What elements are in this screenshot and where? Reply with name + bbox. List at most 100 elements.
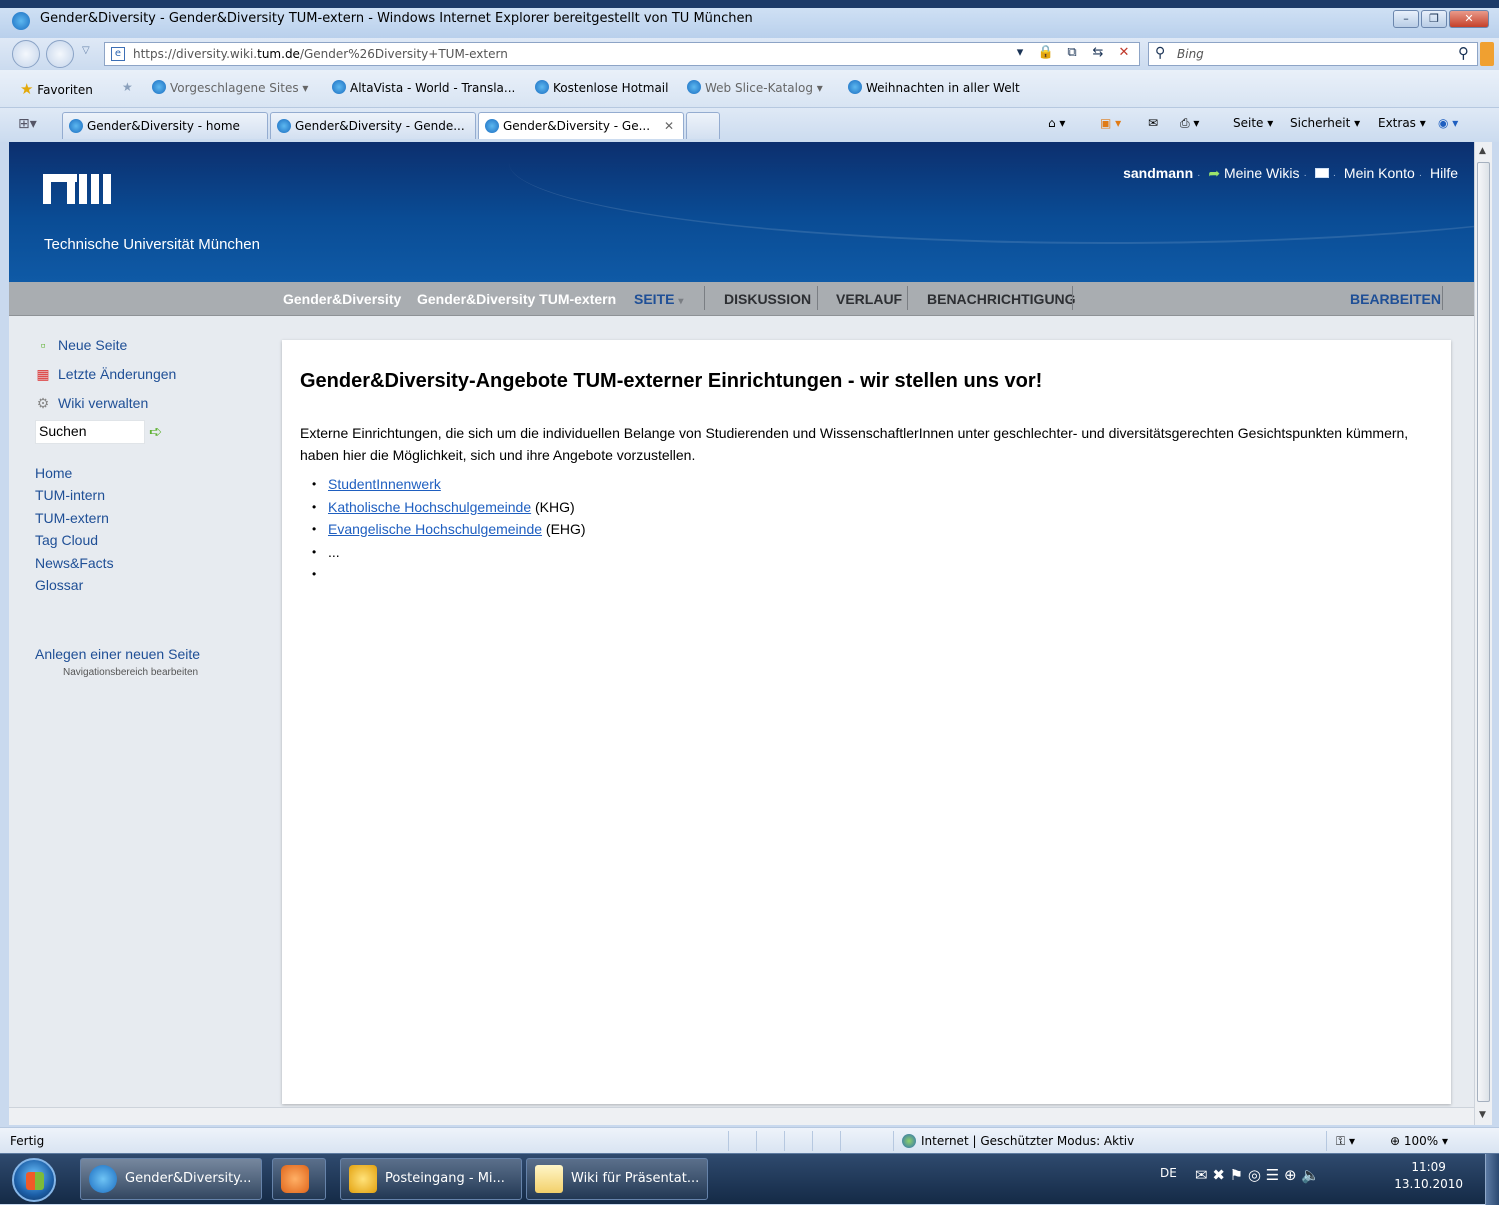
taskbar-item-outlook[interactable]: Posteingang - Mi...	[340, 1158, 522, 1200]
search-icon[interactable]: ⚲	[1458, 44, 1469, 62]
recent-changes-link[interactable]: ▦ Letzte Änderungen	[35, 366, 176, 383]
taskbar-item-media[interactable]	[272, 1158, 326, 1200]
tab-history[interactable]: VERLAUF	[836, 291, 902, 307]
minimize-button[interactable]: –	[1393, 10, 1419, 28]
forward-button[interactable]	[46, 40, 74, 68]
horizontal-scrollbar[interactable]	[9, 1107, 1474, 1125]
tab-tum-extern[interactable]: Gender&Diversity - Ge... ✕	[478, 112, 684, 139]
fav-item-hotmail[interactable]: Kostenlose Hotmail	[535, 80, 668, 95]
zoom-control[interactable]: ⊕ 100% ▾	[1390, 1134, 1448, 1148]
favorites-button[interactable]: ★ Favoriten	[20, 80, 93, 98]
tab-home[interactable]: Gender&Diversity - home	[62, 112, 268, 139]
intro-paragraph: Externe Einrichtungen, die sich um die i…	[300, 425, 1409, 463]
protected-mode-icon[interactable]: ⚿ ▾	[1336, 1134, 1355, 1149]
security-menu[interactable]: Sicherheit ▾	[1290, 116, 1360, 130]
help-link[interactable]: Hilfe	[1430, 165, 1458, 181]
refresh-icon[interactable]: ⇆	[1088, 43, 1108, 63]
university-name: Technische Universität München	[44, 236, 260, 253]
edit-button[interactable]: BEARBEITEN	[1350, 291, 1441, 307]
search-input[interactable]: Suchen	[35, 420, 145, 444]
mail-icon[interactable]: ✉	[1148, 116, 1158, 130]
breadcrumb-gender-diversity[interactable]: Gender&Diversity	[283, 291, 401, 307]
quick-tabs-icon[interactable]: ⊞▾	[18, 116, 37, 132]
star-icon: ★	[20, 80, 34, 98]
taskbar-item-wiki[interactable]: Wiki für Präsentat...	[526, 1158, 708, 1200]
new-tab-button[interactable]	[686, 112, 720, 139]
nav-home[interactable]: Home	[35, 465, 72, 481]
manage-wiki-link[interactable]: ⚙ Wiki verwalten	[35, 395, 149, 412]
link-khg[interactable]: Katholische Hochschulgemeinde	[328, 499, 531, 515]
page-menu[interactable]: Seite ▾	[1233, 116, 1273, 130]
new-page-link[interactable]: ▫ Neue Seite	[35, 337, 128, 353]
language-indicator[interactable]: DE	[1160, 1166, 1177, 1180]
clock[interactable]: 11:09 13.10.2010	[1394, 1159, 1463, 1193]
fav-item-webslice[interactable]: Web Slice-Katalog ▾	[687, 80, 823, 95]
address-bar[interactable]: e https://diversity.wiki.tum.de/Gender%2…	[104, 42, 1140, 66]
lock-icon[interactable]: 🔒	[1036, 43, 1056, 63]
dropdown-icon[interactable]: ▾	[1010, 43, 1030, 63]
organization-list: StudentInnenwerk Katholische Hochschulge…	[312, 473, 586, 586]
search-options-icon[interactable]	[1480, 42, 1494, 66]
compatibility-icon[interactable]: ⧉	[1062, 43, 1082, 63]
username-link[interactable]: sandmann	[1123, 165, 1193, 181]
arrow-icon: ➦	[1208, 165, 1221, 181]
list-item: Evangelische Hochschulgemeinde (EHG)	[312, 518, 586, 541]
extras-menu[interactable]: Extras ▾	[1378, 116, 1426, 130]
search-box[interactable]: ⚲ Bing ⚲	[1148, 42, 1478, 66]
edit-navigation-link[interactable]: Navigationsbereich bearbeiten	[63, 667, 198, 678]
back-button[interactable]	[12, 40, 40, 68]
close-tab-icon[interactable]: ✕	[664, 119, 674, 133]
nav-glossar[interactable]: Glossar	[35, 577, 83, 593]
start-button[interactable]	[12, 1158, 56, 1202]
print-icon[interactable]: ⎙ ▾	[1180, 116, 1199, 131]
outlook-icon	[349, 1165, 377, 1193]
add-favorites-icon[interactable]: ★	[122, 80, 133, 94]
search-go-icon[interactable]: ➪	[149, 422, 162, 442]
tab-page[interactable]: SEITE ▾	[634, 291, 683, 307]
feeds-icon[interactable]: ▣ ▾	[1100, 116, 1121, 130]
list-item: StudentInnenwerk	[312, 473, 586, 496]
tab-gender-diversity[interactable]: Gender&Diversity - Gende...	[270, 112, 476, 139]
nav-tag-cloud[interactable]: Tag Cloud	[35, 532, 98, 548]
link-studentinnenwerk[interactable]: StudentInnenwerk	[328, 476, 441, 492]
my-wikis-link[interactable]: Meine Wikis	[1224, 165, 1299, 181]
page-heading: Gender&Diversity-Angebote TUM-externer E…	[300, 370, 1043, 392]
nav-news-facts[interactable]: News&Facts	[35, 555, 114, 571]
list-item: ...	[312, 541, 586, 564]
scroll-thumb[interactable]	[1477, 162, 1490, 1102]
nav-tum-extern[interactable]: TUM-extern	[35, 510, 109, 526]
restore-button[interactable]: ❐	[1421, 10, 1447, 28]
fav-item-altavista[interactable]: AltaVista - World - Transla...	[332, 80, 515, 95]
tab-row: ⊞▾ Gender&Diversity - home Gender&Divers…	[0, 108, 1499, 142]
vertical-scrollbar[interactable]: ▲ ▼	[1474, 142, 1492, 1125]
page-viewport: Technische Universität München sandmann ·…	[9, 142, 1474, 1107]
media-icon	[281, 1165, 309, 1193]
calendar-icon: ▦	[36, 366, 50, 382]
tab-discussion[interactable]: DISKUSSION	[724, 291, 811, 307]
fav-item-weihnachten[interactable]: Weihnachten in aller Welt	[848, 80, 1020, 95]
help-icon[interactable]: ◉ ▾	[1438, 116, 1458, 130]
mail-icon[interactable]	[1314, 168, 1329, 178]
tray-icons[interactable]: ✉ ✖ ⚑ ◎ ☰ ⊕ 🔈	[1195, 1166, 1320, 1184]
windows-logo-icon	[26, 1172, 44, 1190]
envelope-icon	[535, 1165, 563, 1193]
close-window-button[interactable]: ✕	[1449, 10, 1489, 28]
content-panel: Gender&Diversity-Angebote TUM-externer E…	[282, 340, 1451, 1104]
tum-logo[interactable]	[43, 174, 111, 204]
nav-tum-intern[interactable]: TUM-intern	[35, 487, 105, 503]
home-icon[interactable]: ⌂ ▾	[1048, 116, 1065, 130]
tab-notification[interactable]: BENACHRICHTIGUNG	[927, 291, 1076, 307]
taskbar-item-ie[interactable]: Gender&Diversity...	[80, 1158, 262, 1200]
stop-icon[interactable]: ✕	[1114, 43, 1134, 63]
link-ehg[interactable]: Evangelische Hochschulgemeinde	[328, 521, 542, 537]
user-nav: sandmann · ➦ Meine Wikis · · Mein Konto · H…	[1123, 165, 1458, 181]
new-page-icon: ▫	[40, 337, 46, 353]
show-desktop-button[interactable]	[1485, 1154, 1499, 1205]
create-page-link[interactable]: Anlegen einer neuen Seite	[35, 646, 200, 662]
breadcrumb-tum-extern[interactable]: Gender&Diversity TUM-extern	[417, 291, 616, 307]
my-account-link[interactable]: Mein Konto	[1344, 165, 1415, 181]
fav-item-suggested[interactable]: Vorgeschlagene Sites ▾	[152, 80, 308, 95]
history-dropdown-icon[interactable]: ▽	[82, 45, 90, 56]
taskbar: Gender&Diversity... Posteingang - Mi... …	[0, 1153, 1499, 1205]
security-zone[interactable]: Internet | Geschützter Modus: Aktiv	[902, 1134, 1134, 1148]
